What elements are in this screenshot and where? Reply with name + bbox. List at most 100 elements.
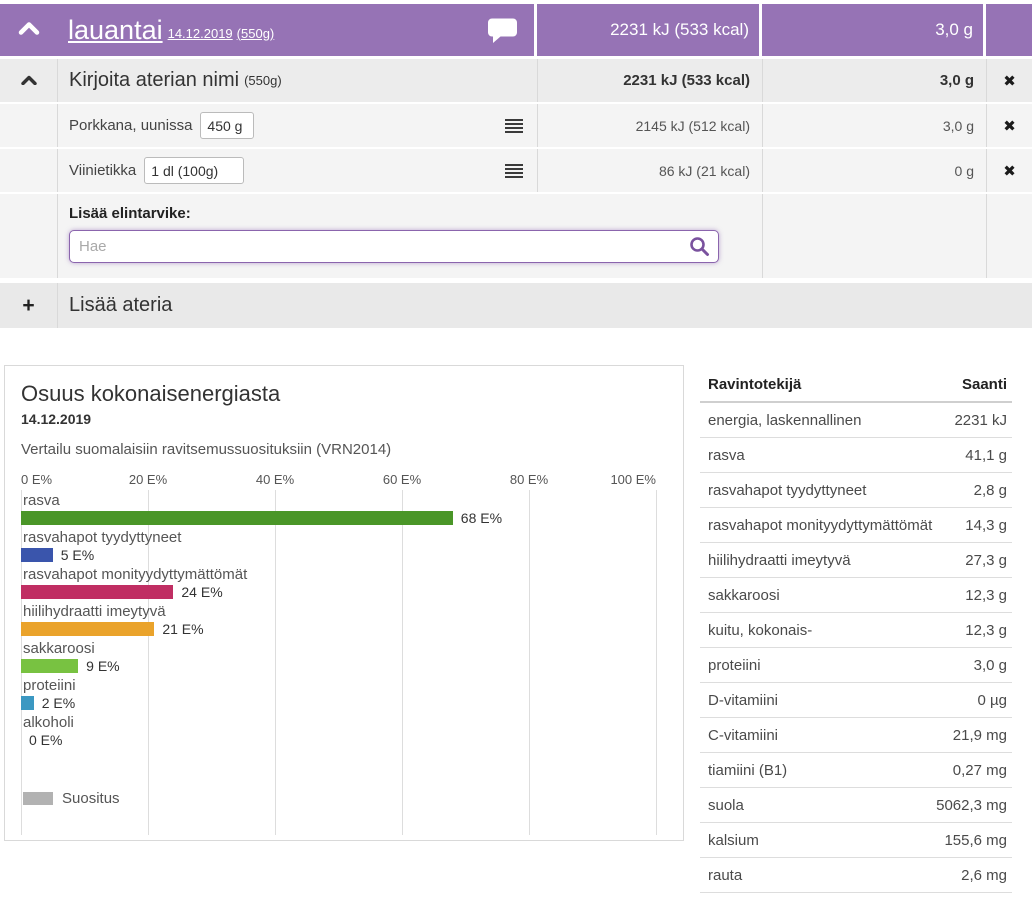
- chevron-up-icon: [21, 72, 37, 90]
- nutrient-name: proteiini: [708, 657, 761, 674]
- nutrient-row: rasvahapot monityydyttymättömät14,3 g: [700, 508, 1012, 543]
- nutrient-value: 21,9 mg: [953, 727, 1007, 744]
- nutrient-value: 12,3 g: [965, 587, 1007, 604]
- nutrient-name: rasva: [708, 447, 745, 464]
- bar-value-label: 21 E%: [162, 622, 203, 636]
- meal-row: Kirjoita aterian nimi (550g) 2231 kJ (53…: [0, 59, 1032, 104]
- bar-category-label: hiilihydraatti imeytyvä: [23, 603, 657, 621]
- x-axis-tick: 20 E%: [129, 472, 167, 487]
- nutrient-name: sakkaroosi: [708, 587, 780, 604]
- food-amount-input[interactable]: [200, 112, 254, 139]
- chart-bar: [21, 622, 154, 636]
- delete-meal-button[interactable]: ✖: [1003, 72, 1016, 90]
- bar-group: rasva68 E%: [21, 492, 657, 525]
- search-row-icon-cell: [0, 194, 57, 278]
- bar-value-label: 9 E%: [86, 659, 119, 673]
- food-row-icon-cell: [0, 104, 57, 147]
- bar-value-label: 5 E%: [61, 548, 94, 562]
- food-delete-cell: ✖: [986, 104, 1032, 147]
- food-name-cell: Viinietikka: [57, 149, 537, 192]
- nutrient-value: 2231 kJ: [954, 412, 1007, 429]
- food-grams: 0 g: [762, 149, 986, 192]
- collapse-day-button[interactable]: [0, 21, 57, 40]
- chart-date: 14.12.2019: [21, 410, 683, 428]
- bar-group: sakkaroosi9 E%: [21, 640, 657, 673]
- chart-legend: Suositus: [23, 790, 120, 807]
- nutrient-name: energia, laskennallinen: [708, 412, 861, 429]
- chart-bar: [21, 696, 34, 710]
- nutrient-value: 2,6 mg: [961, 867, 1007, 884]
- plus-icon: +: [22, 294, 34, 318]
- day-name-link[interactable]: lauantai: [68, 15, 163, 46]
- summary-section: Osuus kokonaisenergiasta 14.12.2019 Vert…: [0, 365, 1032, 893]
- nutrient-name: kuitu, kokonais-: [708, 622, 812, 639]
- nutrient-name: rasvahapot monityydyttymättömät: [708, 517, 932, 534]
- bar-row: 9 E%: [21, 659, 657, 673]
- meal-energy: 2231 kJ (533 kcal): [537, 59, 762, 102]
- bar-group: alkoholi0 E%: [21, 714, 657, 747]
- nutrient-name: kalsium: [708, 832, 759, 849]
- bar-group: hiilihydraatti imeytyvä21 E%: [21, 603, 657, 636]
- chart-bar: [21, 511, 453, 525]
- day-energy-total: 2231 kJ (533 kcal): [537, 4, 762, 56]
- chart-title: Osuus kokonaisenergiasta: [21, 380, 683, 408]
- bar-category-label: alkoholi: [23, 714, 657, 732]
- food-energy: 86 kJ (21 kcal): [537, 149, 762, 192]
- nutrient-row: D-vitamiini 0 µg: [700, 683, 1012, 718]
- bar-value-label: 2 E%: [42, 696, 75, 710]
- food-amount-input[interactable]: [144, 157, 244, 184]
- x-axis-tick: 100 E%: [610, 472, 656, 487]
- nutrient-name: D-vitamiini: [708, 692, 778, 709]
- add-food-label: Lisää elintarvike:: [69, 205, 762, 222]
- bar-category-label: rasvahapot tyydyttyneet: [23, 529, 657, 547]
- bar-value-label: 24 E%: [181, 585, 222, 599]
- chart-bar: [21, 548, 53, 562]
- add-food-row: Lisää elintarvike:: [0, 194, 1032, 280]
- menu-icon[interactable]: [505, 164, 523, 178]
- chevron-up-icon: [18, 21, 40, 40]
- bar-group: rasvahapot tyydyttyneet5 E%: [21, 529, 657, 562]
- comment-bubble-icon[interactable]: [487, 17, 518, 44]
- food-name-cell: Porkkana, uunissa: [57, 104, 537, 147]
- nutrient-row: sakkaroosi 12,3 g: [700, 578, 1012, 613]
- nutrient-value: 27,3 g: [965, 552, 1007, 569]
- delete-food-button[interactable]: ✖: [1003, 117, 1016, 135]
- day-weight-link[interactable]: (550g): [237, 26, 275, 41]
- bar-group: rasvahapot monityydyttymättömät24 E%: [21, 566, 657, 599]
- food-search-input[interactable]: [69, 230, 719, 263]
- meal-name-field[interactable]: Kirjoita aterian nimi: [69, 69, 239, 92]
- recommendation-swatch-icon: [23, 792, 53, 805]
- day-header-spacer-cell: [986, 4, 1032, 56]
- bar-category-label: proteiini: [23, 677, 657, 695]
- food-grams: 3,0 g: [762, 104, 986, 147]
- menu-icon[interactable]: [505, 119, 523, 133]
- food-name: Porkkana, uunissa: [69, 117, 192, 134]
- food-delete-cell: ✖: [986, 149, 1032, 192]
- nutrient-row: kuitu, kokonais- 12,3 g: [700, 613, 1012, 648]
- nutrient-row: suola5062,3 mg: [700, 788, 1012, 823]
- meal-grams: 3,0 g: [762, 59, 986, 102]
- nutrient-value: 12,3 g: [965, 622, 1007, 639]
- nutrient-name: tiamiini (B1): [708, 762, 787, 779]
- nutrient-column-header: Ravintotekijä: [708, 376, 801, 393]
- delete-food-button[interactable]: ✖: [1003, 162, 1016, 180]
- bar-value-label: 68 E%: [461, 511, 502, 525]
- chart-bars: rasva68 E%rasvahapot tyydyttyneet5 E%ras…: [21, 492, 657, 751]
- food-name: Viinietikka: [69, 162, 136, 179]
- bar-row: 0 E%: [21, 733, 657, 747]
- nutrient-value: 2,8 g: [974, 482, 1007, 499]
- collapse-meal-button[interactable]: [0, 59, 57, 102]
- nutrient-value: 41,1 g: [965, 447, 1007, 464]
- add-meal-button[interactable]: + Lisää ateria: [0, 283, 1032, 328]
- food-row: Porkkana, uunissa2145 kJ (512 kcal)3,0 g…: [0, 104, 1032, 149]
- day-date-link[interactable]: 14.12.2019: [168, 26, 233, 41]
- search-icon[interactable]: [689, 236, 710, 262]
- search-row-delete-cell: [986, 194, 1032, 278]
- nutrient-value: 0 µg: [978, 692, 1008, 709]
- bar-row: 68 E%: [21, 511, 657, 525]
- nutrient-table-header: Ravintotekijä Saanti: [700, 368, 1012, 403]
- bar-row: 5 E%: [21, 548, 657, 562]
- meal-weight: (550g): [244, 73, 282, 88]
- add-food-cell: Lisää elintarvike:: [57, 194, 762, 278]
- nutrient-name: rasvahapot tyydyttyneet: [708, 482, 866, 499]
